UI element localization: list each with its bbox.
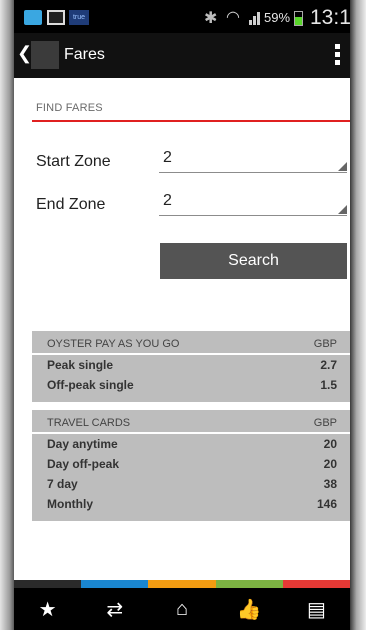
bluetooth-icon: ✱ bbox=[204, 10, 218, 27]
color-bar-segment bbox=[14, 580, 82, 588]
end-zone-value: 2 bbox=[163, 192, 172, 209]
dropdown-arrow-icon bbox=[338, 205, 347, 214]
thumbs-up-icon[interactable]: 👍 bbox=[216, 588, 283, 630]
currency-label: GBP bbox=[313, 338, 337, 350]
table-header-label: OYSTER PAY AS YOU GO bbox=[47, 338, 180, 350]
status-time: 13:17 bbox=[310, 6, 350, 29]
phone-screen: true ✱ ◠ 59% 13:17 ❮ Fares FIND FARES St… bbox=[14, 0, 350, 630]
battery-icon bbox=[294, 11, 303, 26]
end-zone-select[interactable]: 2 bbox=[159, 192, 347, 216]
color-bar-segment bbox=[215, 580, 283, 588]
fare-label: Monthly bbox=[47, 497, 93, 511]
fare-value: 2.7 bbox=[320, 358, 337, 372]
home-icon[interactable]: ⌂ bbox=[148, 588, 215, 630]
status-bar: true ✱ ◠ 59% 13:17 bbox=[14, 0, 350, 33]
fare-value: 20 bbox=[323, 457, 337, 471]
back-icon[interactable]: ❮ bbox=[17, 43, 32, 64]
fare-value: 1.5 bbox=[320, 378, 337, 392]
table-header: TRAVEL CARDS GBP bbox=[32, 410, 350, 434]
search-button[interactable]: Search bbox=[160, 243, 347, 279]
table-row: Day anytime 20 bbox=[32, 434, 350, 454]
table-row: Off-peak single 1.5 bbox=[32, 375, 350, 395]
table-row: Day off-peak 20 bbox=[32, 454, 350, 474]
start-zone-label: Start Zone bbox=[36, 153, 111, 170]
page-title: Fares bbox=[64, 46, 105, 63]
right-shadow-edge bbox=[350, 0, 366, 630]
table-row: Monthly 146 bbox=[32, 494, 350, 514]
chat-icon bbox=[24, 10, 42, 25]
start-zone-select[interactable]: 2 bbox=[159, 149, 347, 173]
fare-value: 20 bbox=[323, 437, 337, 451]
carrier-badge: true bbox=[69, 10, 89, 25]
app-logo[interactable] bbox=[31, 41, 59, 69]
currency-label: GBP bbox=[313, 417, 337, 429]
color-bar-segment bbox=[81, 580, 149, 588]
mail-icon bbox=[47, 10, 65, 25]
fare-label: Day off-peak bbox=[47, 457, 120, 471]
oyster-fares-table: OYSTER PAY AS YOU GO GBP Peak single 2.7… bbox=[32, 331, 350, 402]
table-row: Peak single 2.7 bbox=[32, 355, 350, 375]
action-bar: ❮ Fares bbox=[14, 33, 350, 78]
star-icon[interactable]: ★ bbox=[14, 588, 81, 630]
overflow-menu-icon[interactable] bbox=[335, 44, 341, 66]
dropdown-arrow-icon bbox=[338, 162, 347, 171]
table-header: OYSTER PAY AS YOU GO GBP bbox=[32, 331, 350, 355]
bottom-navigation: ★ ⇄ ⌂ 👍 ▤ bbox=[14, 588, 350, 630]
travelcard-fares-table: TRAVEL CARDS GBP Day anytime 20 Day off-… bbox=[32, 410, 350, 521]
wifi-icon: ◠ bbox=[226, 9, 240, 26]
fare-label: Off-peak single bbox=[47, 378, 134, 392]
table-header-label: TRAVEL CARDS bbox=[47, 417, 131, 429]
brand-color-bar bbox=[14, 580, 350, 588]
heading-divider bbox=[32, 120, 350, 122]
signal-icon bbox=[249, 9, 263, 25]
fare-value: 146 bbox=[316, 497, 337, 511]
end-zone-label: End Zone bbox=[36, 196, 106, 213]
fare-label: Peak single bbox=[47, 358, 114, 372]
fare-value: 38 bbox=[323, 477, 337, 491]
table-row: 7 day 38 bbox=[32, 474, 350, 494]
color-bar-segment bbox=[282, 580, 350, 588]
find-fares-heading: FIND FARES bbox=[36, 102, 103, 114]
battery-percent: 59% bbox=[264, 10, 291, 25]
fare-label: 7 day bbox=[47, 477, 78, 491]
start-zone-value: 2 bbox=[163, 149, 172, 166]
color-bar-segment bbox=[148, 580, 216, 588]
share-icon[interactable]: ⇄ bbox=[81, 588, 148, 630]
document-icon[interactable]: ▤ bbox=[283, 588, 350, 630]
fare-label: Day anytime bbox=[47, 437, 118, 451]
left-shadow-edge bbox=[0, 0, 14, 630]
